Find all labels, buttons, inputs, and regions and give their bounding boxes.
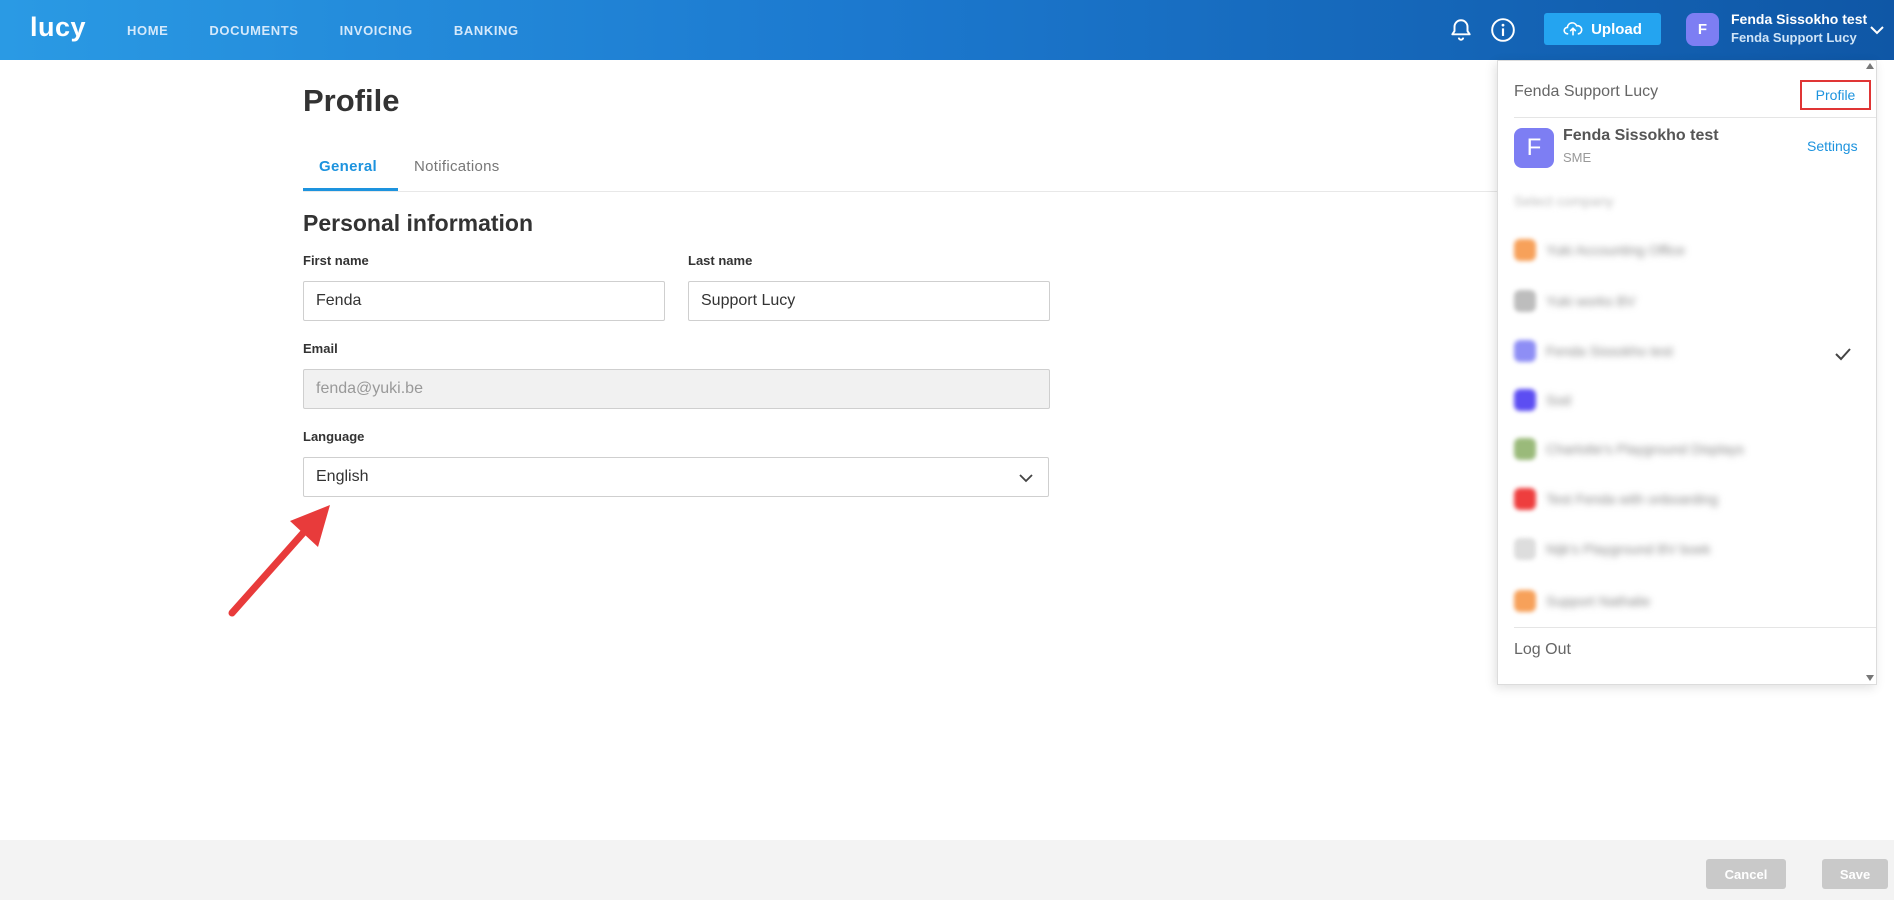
tab-notifications[interactable]: Notifications — [414, 158, 500, 175]
company-avatar: F — [1514, 128, 1554, 168]
upload-button[interactable]: Upload — [1544, 13, 1661, 45]
company-list-item-name: Nijk's Playground BV boek — [1546, 541, 1711, 557]
top-navigation-bar: lucy HOME DOCUMENTS INVOICING BANKING Up… — [0, 0, 1894, 60]
first-name-label: First name — [303, 253, 369, 268]
language-selected-value: English — [316, 468, 369, 485]
company-list-item[interactable]: Fenda Sissokho test — [1514, 340, 1844, 362]
email-field — [303, 369, 1050, 409]
checkmark-icon — [1835, 348, 1851, 361]
company-list-item-name: Yuki Accounting Office — [1546, 242, 1686, 258]
company-logo-icon — [1514, 590, 1536, 612]
nav-home[interactable]: HOME — [127, 23, 168, 38]
current-company-type: SME — [1563, 150, 1592, 165]
company-logo-icon — [1514, 340, 1536, 362]
page-title: Profile — [303, 83, 400, 118]
info-icon[interactable] — [1490, 17, 1516, 43]
active-tab-indicator — [303, 188, 398, 191]
nav-banking[interactable]: BANKING — [454, 23, 519, 38]
nav-documents[interactable]: DOCUMENTS — [209, 23, 298, 38]
language-label: Language — [303, 429, 365, 444]
company-logo-icon — [1514, 239, 1536, 261]
nav-invoicing[interactable]: INVOICING — [340, 23, 413, 38]
divider — [1514, 627, 1876, 628]
user-avatar[interactable]: F — [1686, 13, 1719, 46]
company-list-item[interactable]: Test Fenda with onboarding — [1514, 488, 1844, 510]
company-list-item-name: Yuki works BV — [1546, 293, 1636, 309]
bell-icon[interactable] — [1448, 17, 1474, 43]
upload-cloud-icon — [1563, 22, 1583, 36]
select-company-label: Select company — [1514, 193, 1614, 209]
company-list-item-name: Fenda Sissokho test — [1546, 343, 1673, 359]
logout-link[interactable]: Log Out — [1514, 641, 1571, 659]
save-button[interactable]: Save — [1822, 859, 1888, 889]
email-label: Email — [303, 341, 338, 356]
last-name-label: Last name — [688, 253, 753, 268]
company-logo-icon — [1514, 290, 1536, 312]
last-name-input[interactable] — [688, 281, 1050, 321]
upload-button-label: Upload — [1591, 20, 1642, 38]
cancel-button[interactable]: Cancel — [1706, 859, 1786, 889]
company-list-item-name: Test Fenda with onboarding — [1546, 491, 1718, 507]
profile-link[interactable]: Profile — [1800, 80, 1871, 110]
chevron-down-icon — [1019, 474, 1033, 483]
main-nav: HOME DOCUMENTS INVOICING BANKING — [127, 0, 519, 60]
chevron-down-icon[interactable] — [1869, 22, 1885, 38]
company-list-item-name: Charlotte's Playground Displays — [1546, 441, 1744, 457]
company-list-item[interactable]: Yuki works BV — [1514, 290, 1844, 312]
company-logo-icon — [1514, 488, 1536, 510]
form-footer: Cancel Save — [0, 840, 1894, 900]
company-list-item[interactable]: Charlotte's Playground Displays — [1514, 438, 1844, 460]
company-list-item-name: Support Nathalie — [1546, 593, 1651, 609]
user-company-name[interactable]: Fenda Support Lucy — [1731, 30, 1857, 45]
company-list-item[interactable]: Nijk's Playground BV boek — [1514, 538, 1844, 560]
current-company-name: Fenda Sissokho test — [1563, 127, 1719, 144]
scroll-down-arrow-icon[interactable] — [1866, 675, 1874, 681]
user-name[interactable]: Fenda Sissokho test — [1731, 11, 1867, 27]
language-select[interactable]: English — [303, 457, 1049, 497]
profile-tabs: General Notifications — [303, 150, 1497, 192]
company-logo-icon — [1514, 538, 1536, 560]
company-settings-link[interactable]: Settings — [1807, 138, 1858, 154]
scroll-up-arrow-icon[interactable] — [1866, 63, 1874, 69]
company-list-item[interactable]: Support Nathalie — [1514, 590, 1844, 612]
tab-general[interactable]: General — [319, 158, 377, 175]
company-list-item-name: Sod — [1546, 392, 1571, 408]
divider — [1514, 117, 1876, 118]
company-logo-icon — [1514, 389, 1536, 411]
app-logo[interactable]: lucy — [30, 12, 86, 43]
first-name-input[interactable] — [303, 281, 665, 321]
user-dropdown-menu: Fenda Support Lucy Profile F Fenda Sisso… — [1497, 60, 1877, 685]
company-list-item[interactable]: Sod — [1514, 389, 1844, 411]
dropdown-user-name: Fenda Support Lucy — [1514, 83, 1659, 100]
company-logo-icon — [1514, 438, 1536, 460]
company-list-item[interactable]: Yuki Accounting Office — [1514, 239, 1844, 261]
annotation-arrow-icon — [228, 505, 330, 617]
section-title: Personal information — [303, 210, 534, 236]
